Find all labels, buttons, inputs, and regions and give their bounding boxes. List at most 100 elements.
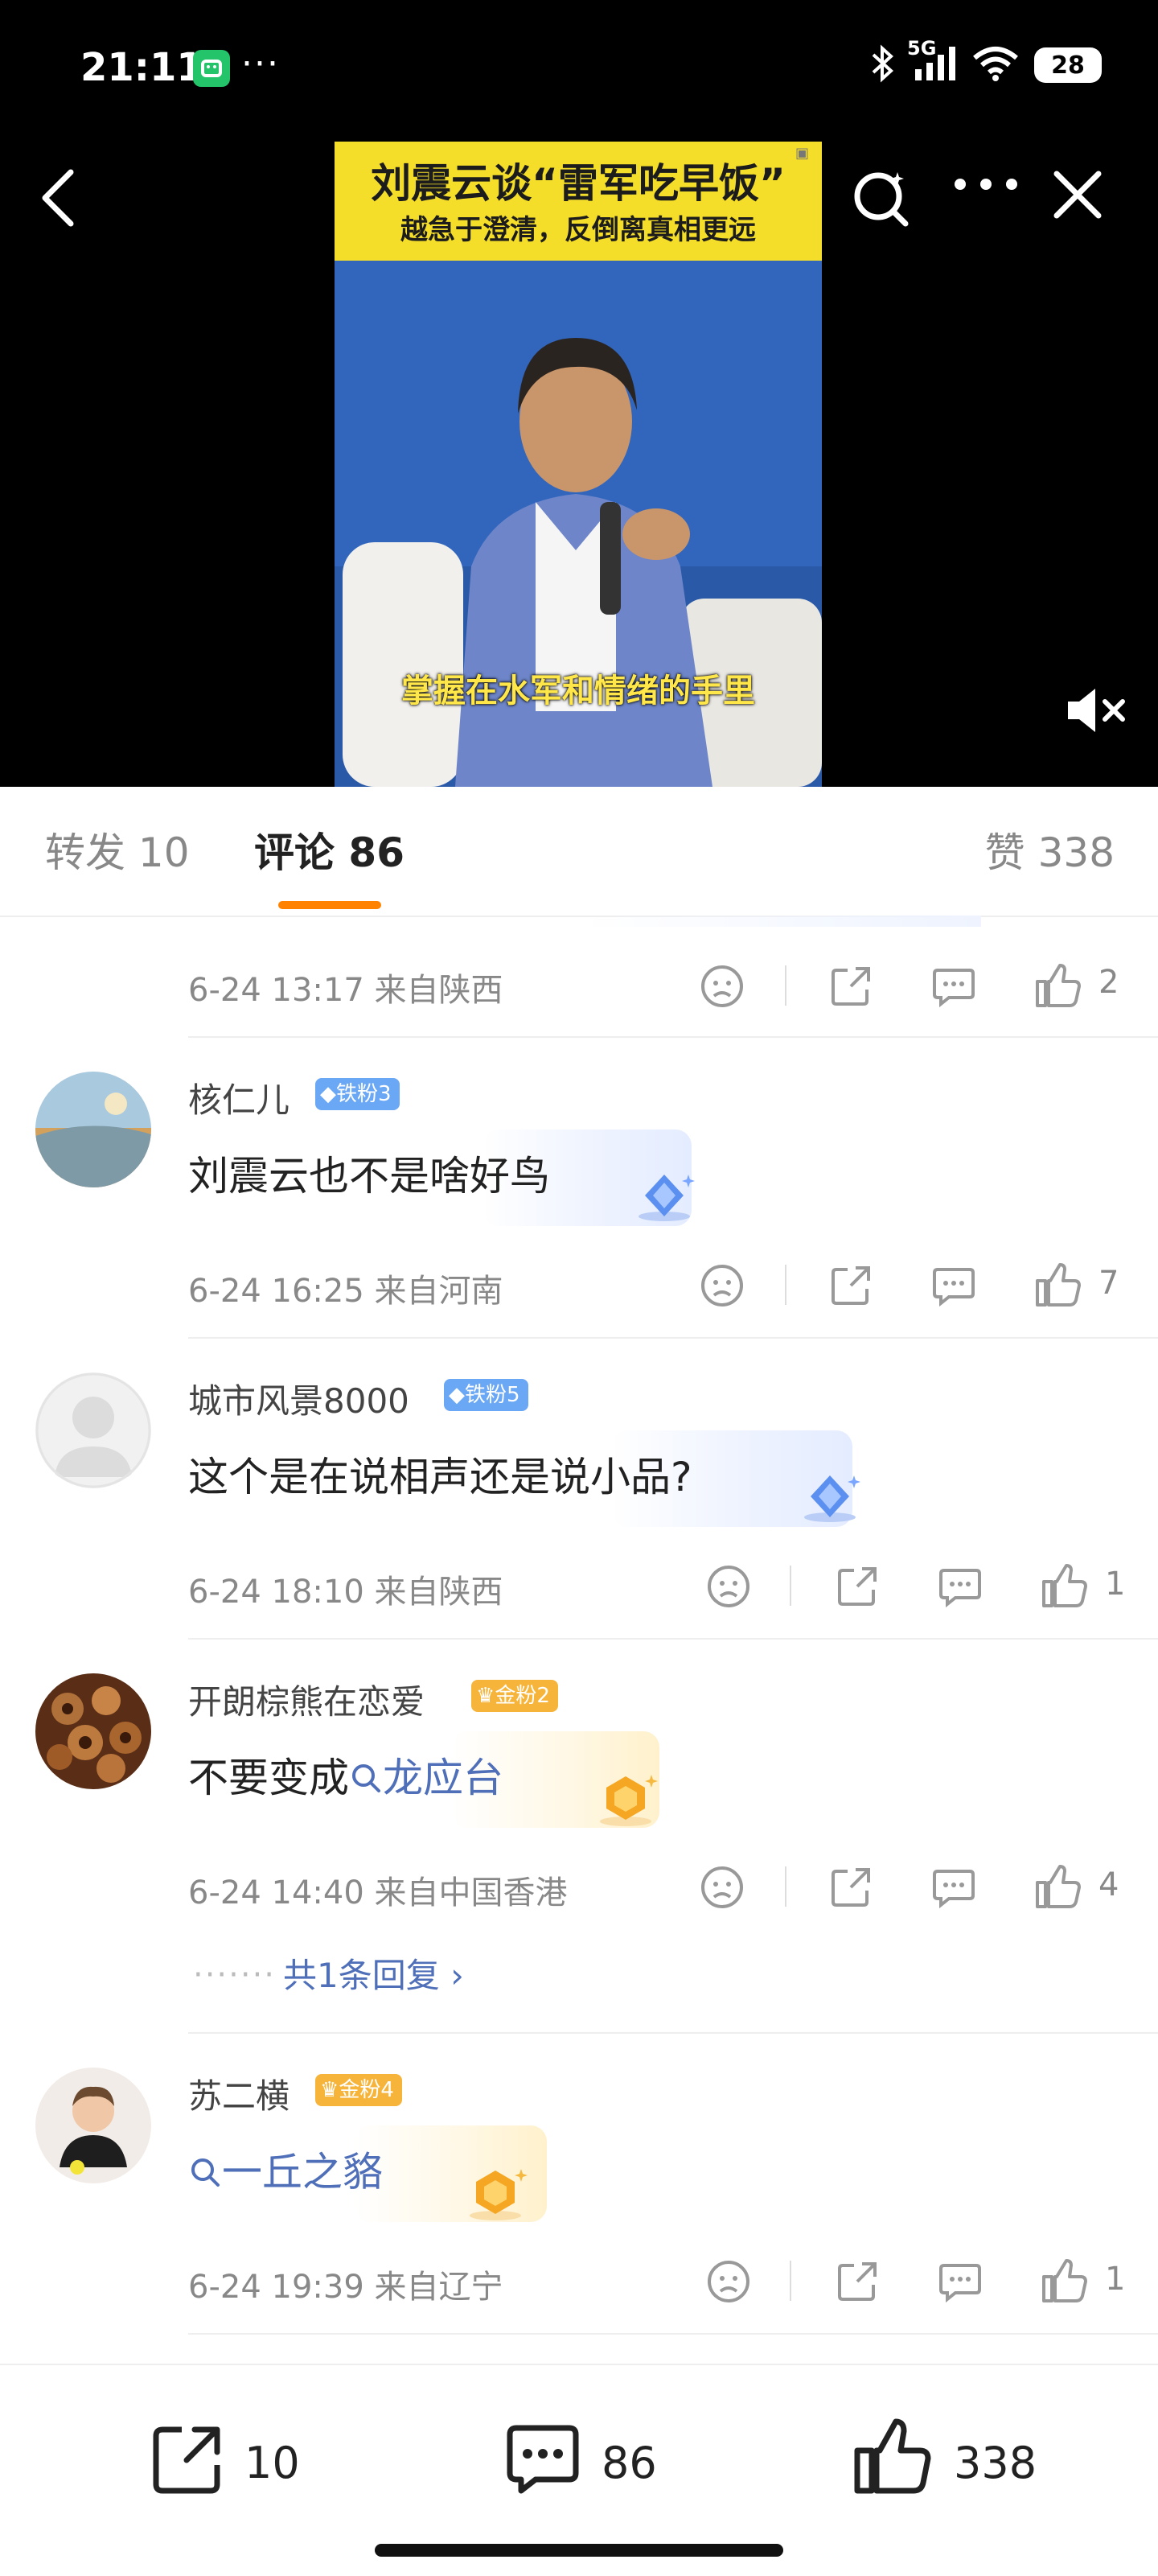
comment-meta: 6-24 14:40 来自中国香港 xyxy=(188,1874,568,1911)
share-icon[interactable] xyxy=(828,964,873,1012)
dislike-icon[interactable] xyxy=(700,1263,745,1311)
like-icon[interactable] xyxy=(1034,1863,1081,1913)
like-icon[interactable] xyxy=(1041,2257,1087,2307)
share-icon[interactable] xyxy=(828,1865,873,1913)
video-title: 刘震云谈“雷军吃早饭” xyxy=(371,160,786,207)
like-count: 7 xyxy=(1098,1265,1119,1302)
like-count[interactable]: 338 xyxy=(954,2438,1037,2488)
video-player[interactable]: ▣ 刘震云谈“雷军吃早饭” 越急于澄清，反倒离真相更远 掌握在水军和情绪的手里 xyxy=(335,142,822,787)
reply-icon[interactable] xyxy=(931,964,976,1012)
like-button[interactable] xyxy=(852,2417,933,2500)
like-count: 1 xyxy=(1105,2261,1126,2298)
separator xyxy=(785,1265,786,1305)
fan-badge-label: 金粉4 xyxy=(339,2078,394,2102)
battery-indicator: 28 xyxy=(1034,47,1102,83)
dislike-icon[interactable] xyxy=(706,1564,751,1612)
fan-badge: ◆铁粉5 xyxy=(444,1379,528,1411)
avatar[interactable] xyxy=(35,1673,151,1789)
comment-text-prefix: 不要变成 xyxy=(188,1755,349,1801)
comment-icon xyxy=(507,2425,579,2494)
like-count: 2 xyxy=(1098,964,1119,1001)
username[interactable]: 核仁儿 xyxy=(188,1073,290,1122)
network-type: 5G xyxy=(907,37,937,60)
separator xyxy=(785,1866,786,1907)
status-icons: 5G 28 xyxy=(868,37,1102,87)
repost-button[interactable] xyxy=(148,2420,227,2502)
search-icon[interactable] xyxy=(849,166,914,233)
avatar[interactable] xyxy=(35,1072,151,1187)
share-icon[interactable] xyxy=(828,1263,873,1311)
search-icon xyxy=(352,1764,380,1792)
diamond-icon: ◆ xyxy=(320,1082,336,1106)
crown-icon: ♛ xyxy=(476,1684,495,1708)
home-indicator[interactable] xyxy=(375,2544,783,2557)
reply-icon[interactable] xyxy=(931,1865,976,1913)
separator xyxy=(785,965,786,1006)
dislike-icon[interactable] xyxy=(700,1865,745,1913)
comment-count[interactable]: 86 xyxy=(602,2438,657,2488)
mute-icon[interactable] xyxy=(1065,685,1129,739)
close-icon[interactable] xyxy=(1050,167,1105,225)
like-count: 4 xyxy=(1098,1866,1119,1903)
diamond-icon xyxy=(798,1469,862,1529)
topic-text[interactable]: 一丘之貉 xyxy=(222,2149,383,2195)
username[interactable]: 开朗棕熊在恋爱 xyxy=(188,1675,425,1724)
comment-text: 刘震云也不是啥好鸟 xyxy=(188,1153,550,1200)
comment-text: 一丘之貉 xyxy=(188,2140,383,2198)
like-icon[interactable] xyxy=(1034,1261,1081,1311)
fan-badge: ◆铁粉3 xyxy=(315,1078,400,1110)
video-caption: 掌握在水军和情绪的手里 xyxy=(401,673,755,710)
view-replies-link[interactable]: 共1条回复 › xyxy=(283,1948,464,1998)
username[interactable]: 苏二横 xyxy=(188,2069,290,2118)
separator xyxy=(790,2261,791,2301)
comment-meta: 6-24 18:10 来自陕西 xyxy=(188,1574,503,1611)
share-icon[interactable] xyxy=(835,2259,880,2307)
tab-likes[interactable]: 赞 338 xyxy=(985,821,1115,879)
topic-search-link[interactable]: 龙应台 xyxy=(349,1755,503,1801)
comment-button[interactable] xyxy=(503,2420,582,2502)
reply-thread-line: ······· xyxy=(193,1957,277,1994)
comment-item: 苏二横 ♛金粉4 一丘之貉 6-24 19:39 来自辽宁 1 xyxy=(0,2034,1158,2333)
topic-text[interactable]: 龙应台 xyxy=(383,1755,503,1801)
username[interactable]: 城市风景8000 xyxy=(188,1374,409,1423)
comment-text: 不要变成 龙应台 xyxy=(188,1746,503,1804)
signal-icon: 5G xyxy=(907,37,957,85)
like-icon[interactable] xyxy=(1041,1562,1087,1612)
tab-repost[interactable]: 转发 10 xyxy=(45,821,190,879)
reply-icon[interactable] xyxy=(938,2259,983,2307)
more-options-icon[interactable] xyxy=(952,175,1020,196)
topic-search-link[interactable]: 一丘之貉 xyxy=(188,2149,383,2195)
comment-meta: 6-24 19:39 来自辽宁 xyxy=(188,2269,503,2306)
reply-icon[interactable] xyxy=(931,1263,976,1311)
share-icon[interactable] xyxy=(835,1564,880,1612)
avatar[interactable] xyxy=(35,1372,151,1488)
video-subtitle: 越急于澄清，反倒离真相更远 xyxy=(400,214,756,246)
bluetooth-icon xyxy=(868,43,897,87)
tab-bar: 转发 10 评论 86 赞 338 xyxy=(0,787,1158,917)
comment-item: 6-24 13:17 来自陕西 2 xyxy=(0,916,1158,1036)
dislike-icon[interactable] xyxy=(700,964,745,1012)
comment-item: 开朗棕熊在恋爱 ♛金粉2 不要变成 龙应台 6-24 14:40 来自中国香港 4… xyxy=(0,1640,1158,2032)
status-more-dots: ··· xyxy=(241,43,280,84)
app-notification-icon xyxy=(193,50,230,87)
fan-badge: ♛金粉2 xyxy=(471,1680,558,1712)
back-icon[interactable] xyxy=(37,167,82,232)
reply-icon[interactable] xyxy=(938,1564,983,1612)
tab-comments[interactable]: 评论 86 xyxy=(254,821,404,879)
like-icon[interactable] xyxy=(1034,962,1081,1012)
fan-badge-label: 铁粉3 xyxy=(336,1082,392,1106)
active-tab-indicator xyxy=(278,901,381,909)
avatar[interactable] xyxy=(35,2068,151,2183)
fan-badge: ♛金粉4 xyxy=(315,2074,402,2106)
separator xyxy=(790,1566,791,1606)
like-count: 1 xyxy=(1105,1566,1126,1603)
status-time: 21:11 xyxy=(80,45,203,90)
dislike-icon[interactable] xyxy=(706,2259,751,2307)
gold-medal-icon xyxy=(593,1768,659,1833)
comment-meta: 6-24 13:17 来自陕西 xyxy=(188,972,503,1009)
diamond-icon xyxy=(632,1168,696,1228)
repost-count[interactable]: 10 xyxy=(244,2438,300,2488)
comment-text: 这个是在说相声还是说小品? xyxy=(188,1454,692,1500)
comment-item: 城市风景8000 ◆铁粉5 这个是在说相声还是说小品? 6-24 18:10 来… xyxy=(0,1339,1158,1638)
gold-medal-icon xyxy=(463,2162,529,2227)
